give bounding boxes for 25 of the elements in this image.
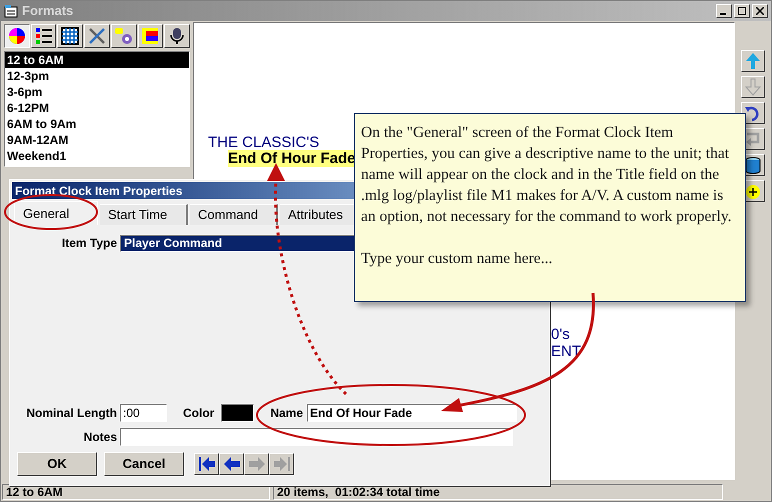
list-item[interactable]: 9AM-12AM [5, 132, 189, 148]
list-item[interactable]: 6-12PM [5, 100, 189, 116]
list-item[interactable]: 12-3pm [5, 68, 189, 84]
nominal-length-field[interactable]: :00 [120, 404, 167, 422]
dialog-title: Format Clock Item Properties [15, 182, 182, 200]
window-title: Formats [22, 2, 74, 20]
dialog-button[interactable]: Cancel [104, 452, 184, 476]
list-item[interactable]: 3-6pm [5, 84, 189, 100]
list-item[interactable]: 12 to 6AM [5, 52, 189, 68]
canvas-label: End Of Hour Fade [228, 150, 356, 167]
dialog-tab[interactable]: General [14, 201, 98, 225]
dialog-button[interactable]: OK [17, 452, 97, 476]
canvas-label: 0's [551, 326, 570, 343]
callout-text: Type your custom name here... [361, 249, 554, 269]
dialog-tab[interactable]: Command [190, 204, 278, 225]
canvas-label: THE CLASSIC'S [208, 134, 320, 151]
name-field[interactable]: End Of Hour Fade [307, 404, 518, 422]
dialog-tab[interactable]: Start Time [100, 204, 188, 225]
list-item[interactable]: Weekend1 [5, 148, 189, 164]
field-label: Nominal Length [25, 405, 118, 422]
field-label: Notes [82, 429, 118, 446]
field-label: Item Type [60, 235, 118, 252]
field-label: Color [183, 405, 214, 422]
list-item[interactable]: 6AM to 9Am [5, 116, 189, 132]
field-label: Name [270, 405, 304, 422]
